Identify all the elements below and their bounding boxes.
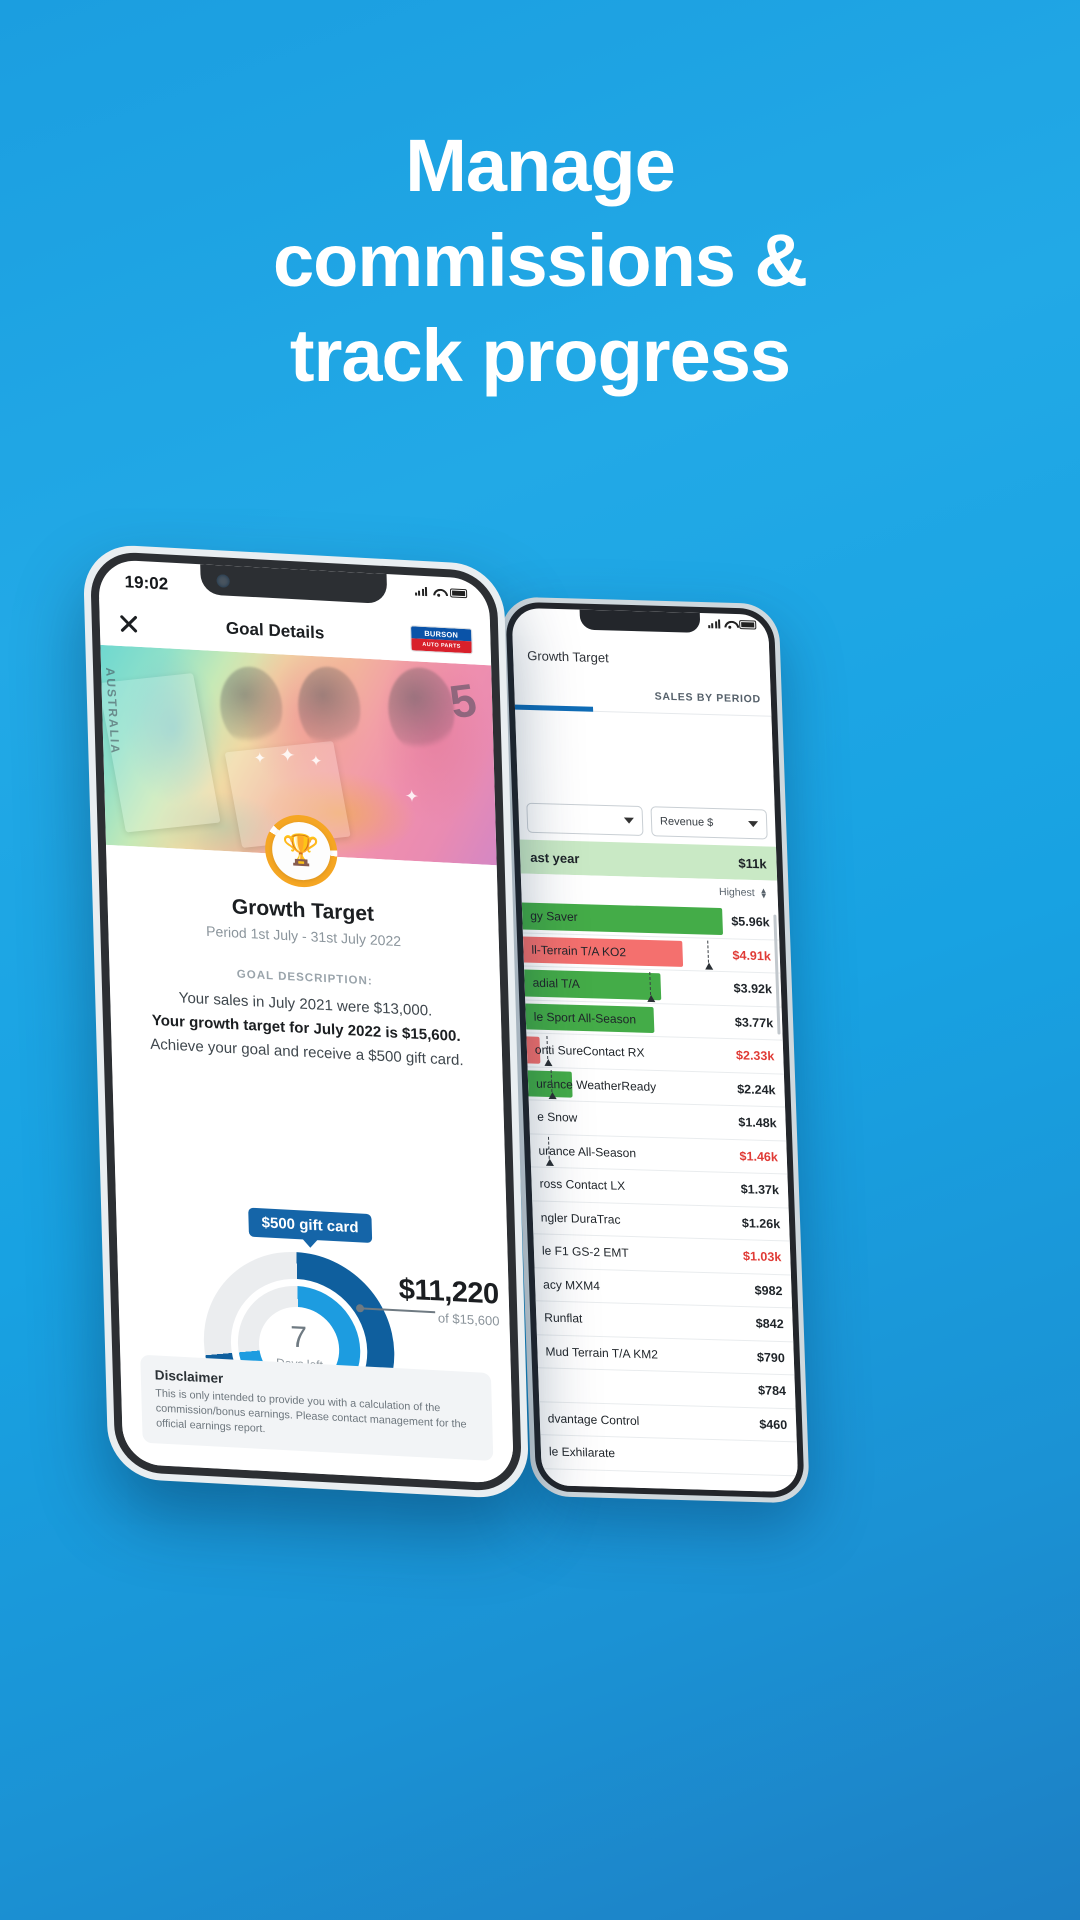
product-value: $460 [759, 1417, 788, 1432]
star-icon: ✦ [404, 786, 420, 807]
filter-select-left[interactable] [526, 802, 644, 837]
product-value: $3.92k [733, 981, 773, 997]
sort-row-label: Highest [718, 886, 755, 900]
burson-logo: BURSON AUTO PARTS [409, 625, 473, 655]
back-phone-header: Growth Target [512, 633, 771, 683]
product-value: $842 [755, 1316, 784, 1332]
close-icon[interactable] [117, 612, 140, 635]
days-left-number: 7 [290, 1320, 308, 1355]
trophy-icon: 🏆 [282, 833, 321, 869]
logo-bottom-text: AUTO PARTS [411, 638, 472, 654]
product-name: onti SureContact RX [534, 1042, 645, 1060]
product-value: $2.33k [735, 1048, 775, 1064]
back-phone-device: Growth Target SALES BY PERIOD Revenue $ [500, 596, 810, 1504]
product-value: $1.48k [738, 1115, 777, 1131]
trophy-badge: 🏆 [264, 813, 339, 889]
product-value: $4.91k [732, 948, 772, 964]
filter-select-revenue[interactable]: Revenue $ [650, 806, 768, 840]
progress-amount-callout: $11,220 of $15,600 [398, 1273, 499, 1328]
chevron-down-icon [748, 820, 759, 828]
product-name: acy MXM4 [542, 1277, 601, 1293]
product-name: le Exhilarate [548, 1444, 616, 1461]
product-name: ross Contact LX [539, 1176, 626, 1194]
back-chart-area [515, 710, 775, 806]
product-name: Runflat [544, 1310, 583, 1326]
star-icon: ✦ [253, 749, 267, 768]
star-icon: ✦ [309, 752, 323, 771]
front-status-bar [414, 586, 468, 599]
front-phone-body: 19:02 Goal Details BURSON AUTO PARTS ✦ ✦… [89, 550, 523, 1493]
product-value: $784 [757, 1383, 787, 1399]
sort-icon[interactable]: ▲ ▼ [759, 886, 767, 900]
phones-stage: Growth Target SALES BY PERIOD Revenue $ [0, 0, 1080, 1920]
goal-detail-card: Growth Target Period 1st July - 31st Jul… [105, 844, 514, 1485]
product-name: e Snow [537, 1109, 578, 1125]
product-name: ngler DuraTrac [540, 1210, 621, 1227]
product-value: $5.96k [731, 914, 770, 930]
back-filter-controls: Revenue $ [526, 800, 768, 843]
wifi-icon [724, 620, 735, 629]
product-name [539, 1384, 743, 1390]
signal-icon [414, 586, 428, 597]
product-value: $790 [756, 1350, 786, 1365]
total-row-value: $11k [738, 855, 767, 871]
disclaimer-box: Disclaimer This is only intended to prov… [140, 1354, 494, 1462]
page-title: Goal Details [225, 618, 325, 643]
back-phone-notch [579, 609, 701, 633]
battery-icon [739, 620, 757, 630]
product-value: $1.03k [742, 1249, 782, 1265]
wifi-icon [433, 587, 444, 597]
goal-description: Your sales in July 2021 were $13,000. Yo… [110, 983, 503, 1075]
chevron-down-icon [623, 817, 635, 824]
front-phone-screen: 19:02 Goal Details BURSON AUTO PARTS ✦ ✦… [98, 558, 514, 1485]
back-status-bar [707, 619, 757, 630]
product-value [745, 1457, 797, 1458]
back-phone-body: Growth Target SALES BY PERIOD Revenue $ [505, 601, 805, 1499]
filter-select-revenue-value: Revenue $ [659, 815, 714, 829]
product-value: $1.37k [740, 1182, 780, 1198]
status-bar-time: 19:02 [124, 572, 169, 594]
tab-sales-by-period[interactable]: SALES BY PERIOD [654, 690, 761, 705]
back-header-title: Growth Target [526, 647, 609, 665]
signal-icon [707, 619, 721, 629]
product-value: $2.24k [736, 1081, 776, 1098]
product-value: $3.77k [734, 1015, 774, 1031]
front-phone-notch [200, 564, 388, 605]
product-row[interactable]: le Exhilarate [540, 1435, 798, 1476]
product-name: urance All-Season [538, 1143, 637, 1161]
front-camera-icon [216, 573, 230, 588]
total-row-label: ast year [529, 849, 580, 866]
product-value: $982 [754, 1283, 783, 1298]
product-name: dvantage Control [547, 1411, 640, 1428]
product-list[interactable]: gy Saver $5.96k ll-Terrain T/A KO2 $4.91k ad… [521, 899, 799, 1493]
banknote-portrait [219, 665, 284, 749]
progress-amount: $11,220 [398, 1273, 500, 1311]
product-value: $1.26k [741, 1215, 781, 1231]
product-name: le F1 GS-2 EMT [541, 1243, 630, 1261]
product-name: Mud Terrain T/A KM2 [545, 1344, 659, 1362]
back-tab-bar[interactable]: SALES BY PERIOD [511, 675, 772, 717]
front-phone-device: 19:02 Goal Details BURSON AUTO PARTS ✦ ✦… [82, 543, 530, 1500]
product-value: $1.46k [739, 1148, 779, 1165]
banknote-portrait [297, 665, 362, 751]
back-phone-screen: Growth Target SALES BY PERIOD Revenue $ [511, 607, 799, 1493]
progress-amount-target: of $15,600 [437, 1310, 500, 1329]
star-icon: ✦ [279, 745, 296, 767]
gift-card-badge: $500 gift card [248, 1207, 372, 1244]
battery-icon [449, 588, 468, 599]
